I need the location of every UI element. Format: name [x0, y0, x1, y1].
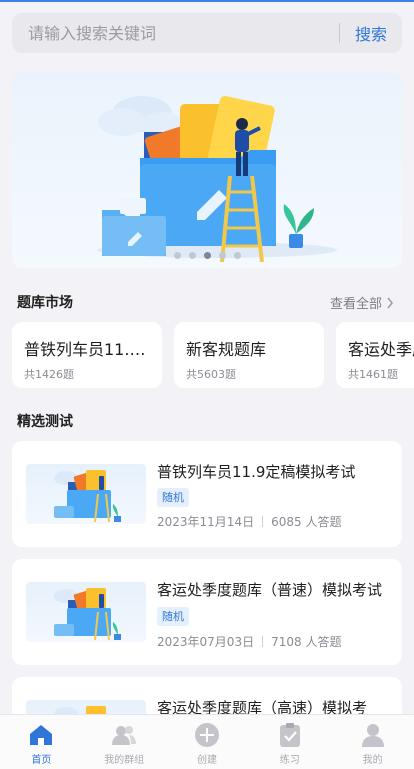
test-date: 2023年07月03日 [157, 635, 255, 649]
market-card-title: 新客规题库 [186, 340, 267, 359]
bottom-tab-bar: 首页 我的群组 创建 练习 我的 [0, 714, 414, 769]
test-card[interactable]: 客运处季度题库（普速）模拟考试 随机 2023年07月03日 7108 人答题 [12, 559, 402, 665]
tab-create[interactable]: 创建 [166, 715, 249, 769]
random-tag: 随机 [157, 607, 189, 626]
search-input[interactable] [12, 13, 339, 53]
search-bar: 搜索 [12, 13, 402, 53]
test-thumbnail [26, 700, 146, 714]
market-card-list[interactable]: 普铁列车员11.9... 共1426题 新客规题库 共5603题 客运处季度 共… [12, 322, 414, 388]
search-button[interactable]: 搜索 [340, 21, 402, 45]
clipboard-check-icon [277, 722, 303, 748]
tab-label: 我的群组 [104, 755, 145, 766]
tab-label: 我的 [362, 755, 383, 766]
market-card[interactable]: 普铁列车员11.9... 共1426题 [12, 322, 162, 388]
market-section-title: 题库市场 [17, 295, 73, 311]
market-card-title: 客运处季度 [348, 340, 414, 359]
plus-circle-icon [194, 722, 220, 748]
carousel-dots [12, 252, 402, 259]
carousel-dot[interactable] [233, 252, 241, 259]
test-title: 普铁列车员11.9定稿模拟考试 [157, 463, 356, 481]
market-card-count: 共1426题 [24, 368, 74, 381]
random-tag: 随机 [157, 488, 189, 507]
market-card-count: 共1461题 [348, 368, 398, 381]
carousel-dot-active[interactable] [203, 252, 211, 259]
market-card-title: 普铁列车员11.9... [24, 340, 150, 359]
tab-home[interactable]: 首页 [0, 715, 83, 769]
top-accent-line [0, 0, 414, 2]
tab-my-groups[interactable]: 我的群组 [83, 715, 166, 769]
user-icon [360, 722, 386, 748]
chevron-right-icon [387, 297, 393, 308]
test-title: 客运处季度题库（高速）模拟考 [157, 699, 368, 714]
test-card[interactable]: 普铁列车员11.9定稿模拟考试 随机 2023年11月14日 6085 人答题 [12, 441, 402, 547]
test-meta: 2023年07月03日 7108 人答题 [157, 633, 389, 650]
banner-illustration [97, 95, 337, 263]
market-card[interactable]: 新客规题库 共5603题 [174, 322, 324, 388]
tab-label: 创建 [196, 755, 217, 766]
see-all-link[interactable]: 查看全部 [330, 293, 394, 312]
tab-mine[interactable]: 我的 [331, 715, 414, 769]
tab-practice[interactable]: 练习 [248, 715, 331, 769]
meta-divider [262, 636, 264, 647]
test-meta: 2023年11月14日 6085 人答题 [157, 513, 389, 530]
banner-carousel[interactable] [12, 72, 402, 268]
carousel-dot[interactable] [173, 252, 181, 259]
tab-label: 练习 [279, 755, 300, 766]
test-date: 2023年11月14日 [157, 515, 255, 529]
test-thumbnail [26, 464, 146, 524]
test-answer-count: 6085 人答题 [271, 515, 342, 529]
market-card[interactable]: 客运处季度 共1461题 [336, 322, 414, 388]
test-title: 客运处季度题库（普速）模拟考试 随机 [157, 577, 389, 629]
test-answer-count: 7108 人答题 [271, 635, 342, 649]
meta-divider [262, 516, 264, 527]
market-card-count: 共5603题 [186, 368, 236, 381]
group-icon [111, 722, 137, 748]
test-title-text: 客运处季度题库（普速）模拟考试 [157, 581, 383, 599]
see-all-label: 查看全部 [329, 297, 382, 312]
carousel-dot[interactable] [188, 252, 196, 259]
tab-label: 首页 [31, 755, 52, 766]
carousel-dot[interactable] [218, 252, 226, 259]
test-thumbnail [26, 582, 146, 642]
home-icon [28, 722, 54, 748]
test-card[interactable]: 客运处季度题库（高速）模拟考 [12, 677, 402, 714]
featured-section-title: 精选测试 [17, 414, 73, 430]
